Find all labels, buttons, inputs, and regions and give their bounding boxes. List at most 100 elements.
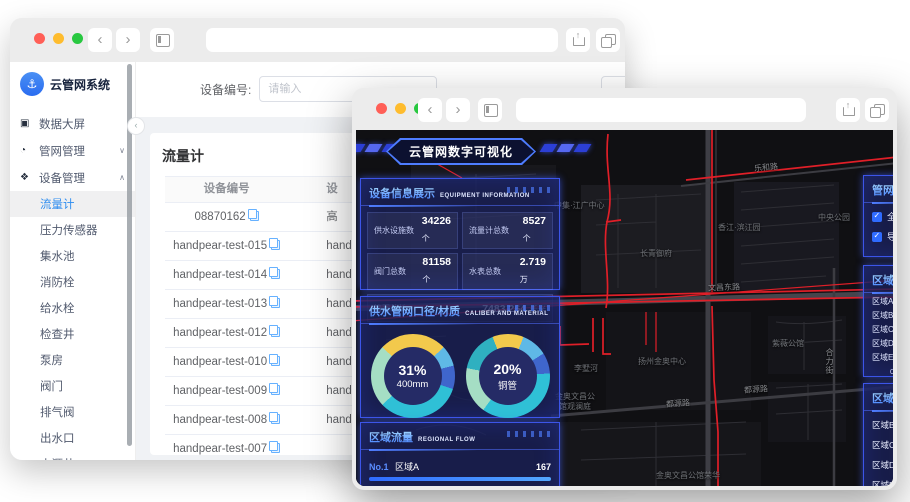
device-id-label: 设备编号: [200, 82, 252, 97]
flow-bar [369, 477, 551, 481]
stat-cell: 供水设施数 34226 个 [367, 212, 458, 250]
devices-icon: ❖ [20, 172, 29, 183]
flow-rank-row: No.1 区域A 167 [369, 461, 551, 473]
region-row: 区域B [872, 420, 893, 430]
forward-button[interactable]: › [446, 98, 470, 122]
url-bar[interactable] [516, 98, 806, 122]
sidebar-item-devices[interactable]: ❖ 设备管理 ∧ [10, 164, 135, 191]
panel-subtitle: EQUIPMENT INFORMATION [440, 193, 530, 199]
minimize-icon[interactable] [53, 33, 64, 44]
dashboard-title: 云管网数字可视化 [388, 140, 534, 163]
chevron-up-icon: ∧ [119, 173, 125, 182]
panel-title: 供水管网口径/材质 [369, 303, 460, 319]
chevron-down-icon: ∨ [119, 146, 125, 155]
url-bar[interactable] [206, 28, 558, 52]
sidebar-item-pump-house[interactable]: 泵房 [10, 347, 135, 373]
sidebar-item-pipeline[interactable]: ◔ 管网管理 ∨ [10, 137, 135, 164]
caliber-material-panel: 供水管网口径/材质 CALIBER AND MATERIAL 31% 400mm … [360, 296, 560, 418]
map-poi-label: 中集·江广中心 [554, 201, 605, 210]
back-button[interactable]: ‹ [418, 98, 442, 122]
header-deco-right [539, 144, 592, 152]
copy-icon[interactable] [269, 238, 281, 250]
brand: ⚓ 云管网系统 [10, 62, 135, 104]
sidebar-item-sump[interactable]: 集水池 [10, 243, 135, 269]
legend-row: 区域C [864, 321, 893, 335]
pipe-layer-panel: 管网图 全选 导入 [863, 175, 893, 257]
share-icon[interactable] [836, 98, 860, 122]
map-poi-label: 长青御府 [640, 249, 672, 258]
checkbox-checked-icon[interactable] [872, 211, 882, 222]
forward-button[interactable]: › [116, 28, 140, 52]
share-icon[interactable] [566, 28, 590, 52]
map-road-label: 文昌东路 [707, 282, 741, 293]
tabs-icon[interactable] [865, 98, 889, 122]
region-row: 区域C [872, 440, 893, 450]
caliber-donut-chart: 31% 400mm [370, 334, 455, 418]
tab-overview-button[interactable] [150, 28, 174, 52]
browser-chrome: ‹ › [352, 88, 897, 132]
copy-icon[interactable] [269, 296, 281, 308]
copy-icon[interactable] [269, 325, 281, 337]
sidebar-item-water-hydrant[interactable]: 给水栓 [10, 295, 135, 321]
regional-peak-panel: 区域峰 区域A 区域B 区域C 区域D 区域E 0 [863, 265, 893, 377]
desktop: ‹ › ⚓ 云管网系统 ▣ 数据大屏 ◔ [0, 0, 910, 502]
map-poi-label: 香江·滨江园 [718, 223, 761, 232]
pipeline-icon: ◔ [20, 145, 27, 156]
region-row: 区域D [872, 460, 893, 470]
copy-icon[interactable] [269, 354, 281, 366]
back-button[interactable]: ‹ [88, 28, 112, 52]
sidebar: ⚓ 云管网系统 ▣ 数据大屏 ◔ 管网管理 ∨ ❖ 设备管理 ∧ 流量计 压力传… [10, 62, 136, 460]
browser-chrome: ‹ › [10, 18, 625, 62]
stat-cell: 水表总数 2.719 万 [462, 253, 553, 291]
sidebar-item-pressure-sensor[interactable]: 压力传感器 [10, 217, 135, 243]
layer-option[interactable]: 全选 [864, 203, 893, 223]
minimize-icon[interactable] [395, 103, 406, 114]
stat-cell: 阀门总数 81158 个 [367, 253, 458, 291]
map-poi-label: 扬州金奥中心 [638, 357, 686, 366]
sidebar-item-source-well[interactable]: 水源井 [10, 451, 135, 460]
sidebar-menu: ▣ 数据大屏 ◔ 管网管理 ∨ ❖ 设备管理 ∧ 流量计 压力传感器 集水池 消… [10, 110, 135, 460]
tab-overview-icon [156, 34, 170, 47]
sidebar-item-dashboard[interactable]: ▣ 数据大屏 [10, 110, 135, 137]
brand-title: 云管网系统 [50, 77, 111, 92]
copy-icon[interactable] [269, 412, 281, 424]
panel-subtitle: CALIBER AND MATERIAL [465, 311, 549, 317]
equipment-info-panel: 设备信息展示 EQUIPMENT INFORMATION 供水设施数 34226… [360, 178, 560, 323]
close-icon[interactable] [376, 103, 387, 114]
legend-row: 区域A [864, 293, 893, 307]
panel-title: 设备信息展示 [369, 185, 435, 201]
panel-subtitle: REGIONAL FLOW [418, 437, 476, 443]
sidebar-item-flowmeter[interactable]: 流量计 [10, 191, 135, 217]
panel-deco [507, 431, 553, 437]
tab-overview-icon [484, 104, 498, 117]
sidebar-item-inspection-well[interactable]: 检查井 [10, 321, 135, 347]
front-browser-window: ‹ › ↑ 乐和路 中集·江广中心 香江·滨江园 中央公园 长青御府 文昌东路 … [352, 88, 897, 490]
checkbox-checked-icon[interactable] [872, 231, 882, 242]
sidebar-item-fire-hydrant[interactable]: 消防栓 [10, 269, 135, 295]
panel-title: 区域峰 [872, 272, 893, 288]
stat-cell: 流量计总数 8527 个 [462, 212, 553, 250]
axis-origin-label: 0 [890, 367, 893, 376]
copy-icon[interactable] [269, 383, 281, 395]
panel-title: 管网图 [872, 182, 893, 198]
material-donut-chart: 20% 铜管 [465, 334, 550, 418]
sidebar-collapse-button[interactable]: ‹ [127, 117, 145, 135]
copy-icon[interactable] [247, 209, 259, 221]
map-poi-label: 中央公园 [818, 213, 850, 222]
copy-icon[interactable] [269, 441, 281, 453]
copy-icon[interactable] [269, 267, 281, 279]
maximize-icon[interactable] [72, 33, 83, 44]
map-water-label: 李墅河 [574, 364, 598, 373]
sidebar-item-air-valve[interactable]: 排气阀 [10, 399, 135, 425]
sidebar-item-valve[interactable]: 阀门 [10, 373, 135, 399]
sidebar-item-outlet[interactable]: 出水口 [10, 425, 135, 451]
close-icon[interactable] [34, 33, 45, 44]
tabs-icon[interactable] [596, 28, 620, 52]
map-poi-label: 紫薇公馆 [772, 339, 804, 348]
legend-row: 区域D [864, 335, 893, 349]
layer-option[interactable]: 导入 [864, 223, 893, 243]
panel-deco [507, 305, 553, 311]
traffic-lights [34, 33, 83, 44]
tab-overview-button[interactable] [478, 98, 502, 122]
map-poi-label: 金奥文昌公馆荣华 [656, 471, 720, 480]
